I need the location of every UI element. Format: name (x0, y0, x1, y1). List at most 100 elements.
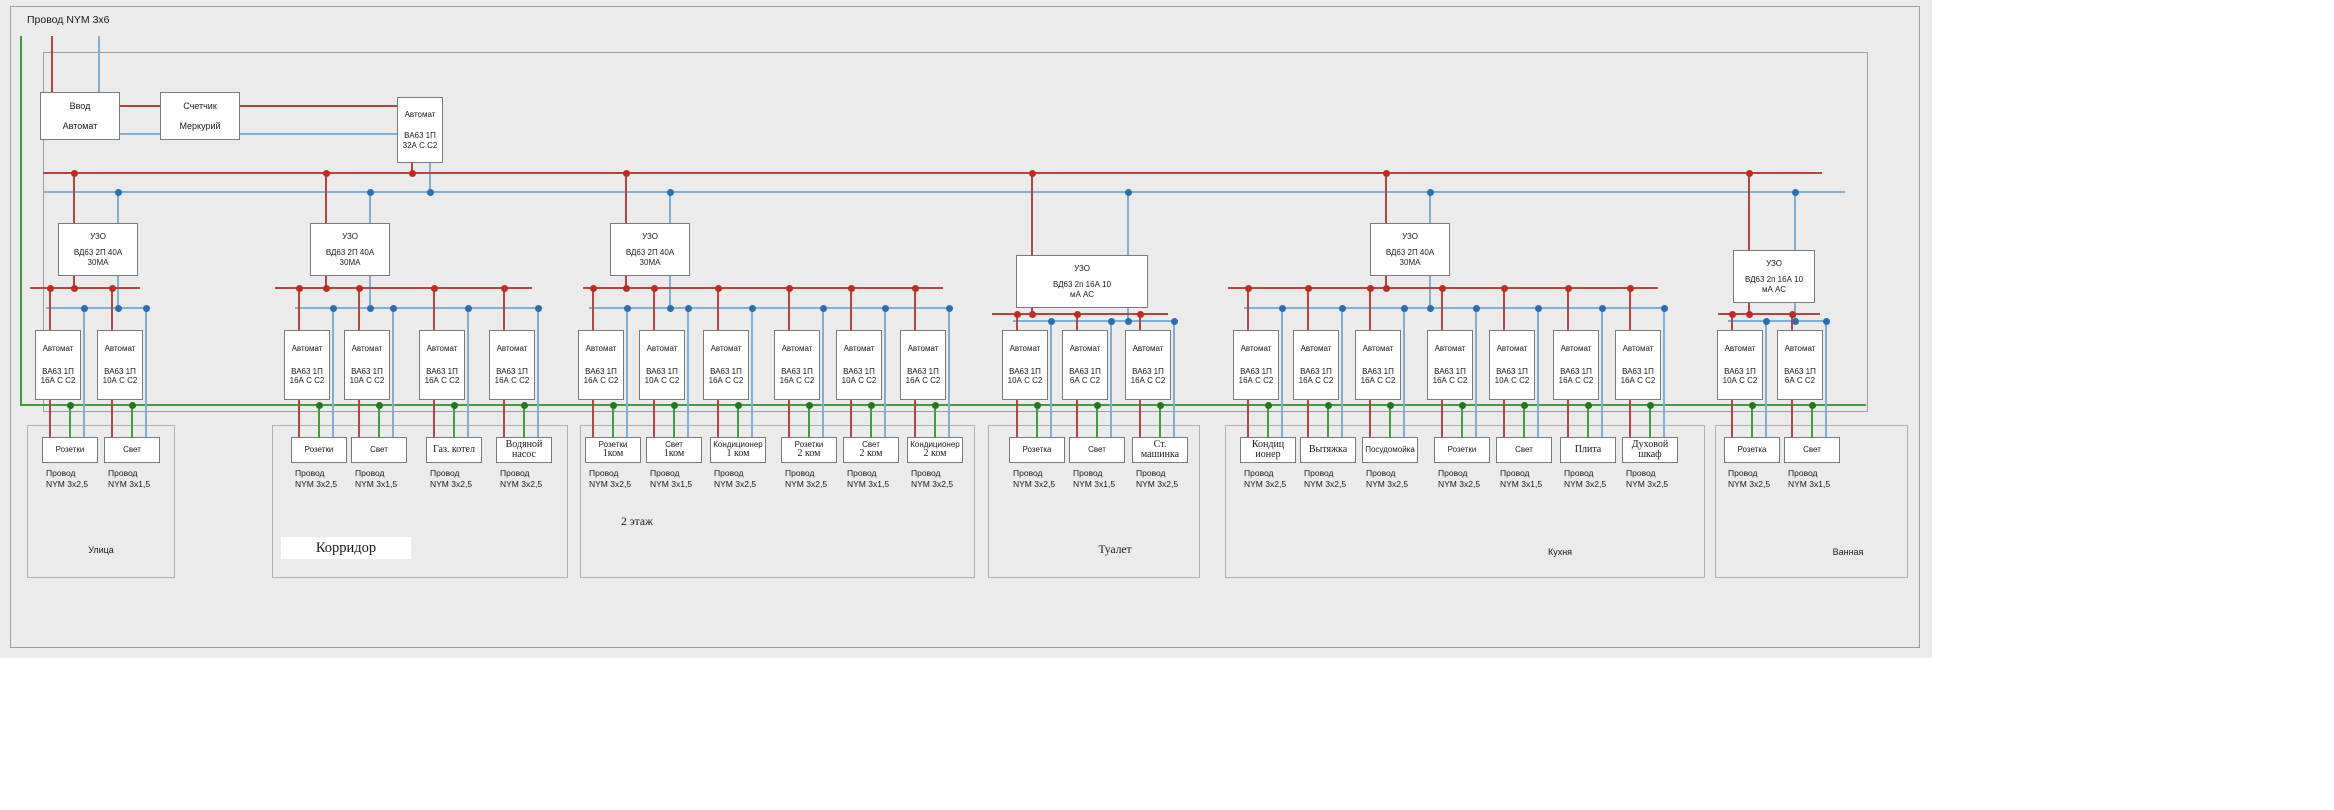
junction-dot (623, 170, 630, 177)
load-box: Розетки (42, 437, 98, 463)
neutral-wire (467, 308, 469, 437)
junction-dot (501, 285, 508, 292)
phase-wire (850, 288, 852, 330)
neutral-wire (1825, 321, 1827, 437)
text-line: 16А С С2 (1131, 376, 1166, 385)
zone-label: Кухня (1548, 547, 1572, 557)
neutral-wire (117, 276, 119, 308)
text-line: ВА63 1П (646, 367, 678, 376)
phase-wire (503, 400, 505, 437)
text-line: ВД63 2П 40А (326, 248, 374, 257)
neutral-wire (948, 308, 950, 437)
text-line: 30МА (1400, 258, 1421, 267)
wiring-diagram: Провод NYM 3x6ВводАвтоматСчетчикМеркурий… (0, 0, 2334, 810)
junction-dot (1823, 318, 1830, 325)
ground-wire (1649, 405, 1651, 437)
text-line: ВА63 1П (351, 367, 383, 376)
meter-box: СчетчикМеркурий (160, 92, 240, 140)
neutral-wire (1794, 192, 1796, 250)
text-line: NYM 3x2,5 (714, 479, 776, 490)
text-line: 10А С С2 (103, 376, 138, 385)
text-line: 16А С С2 (1239, 376, 1274, 385)
junction-dot (109, 285, 116, 292)
text-line: 30МА (88, 258, 109, 267)
text-line: Плита (1575, 445, 1602, 456)
phase-wire (1731, 400, 1733, 437)
text-line: Автомат (1241, 344, 1272, 353)
junction-dot (330, 305, 337, 312)
text-line: ВА63 1П (1724, 367, 1756, 376)
text-line: NYM 3x2,5 (1564, 479, 1626, 490)
phase-wire (358, 288, 360, 330)
text-line: ВА63 1П (1300, 367, 1332, 376)
text-line: ВА63 1П (843, 367, 875, 376)
junction-dot (535, 305, 542, 312)
junction-dot (1763, 318, 1770, 325)
junction-dot (1157, 402, 1164, 409)
load-box: Свет2 ком (843, 437, 899, 463)
phase-wire (653, 400, 655, 437)
wire-spec-label: ПроводNYM 3x1,5 (1073, 468, 1135, 490)
junction-dot (81, 305, 88, 312)
text-line: Автомат (352, 344, 383, 353)
phase-wire (433, 288, 435, 330)
text-line: NYM 3x2,5 (589, 479, 651, 490)
junction-dot (685, 305, 692, 312)
junction-dot (882, 305, 889, 312)
text-line: ВД63 2П 40А (626, 248, 674, 257)
wire-spec-label: ПроводNYM 3x1,5 (1788, 468, 1850, 490)
ground-wire (378, 405, 380, 437)
text-line: Провод (1073, 468, 1135, 479)
neutral-wire (369, 192, 371, 223)
neutral-wire (1601, 308, 1603, 437)
junction-dot (932, 402, 939, 409)
text-line: Газ. котел (433, 445, 475, 456)
phase-wire (1076, 400, 1078, 437)
text-line: шкаф (1638, 450, 1661, 461)
phase-wire (298, 288, 300, 330)
load-box: Посудомойка (1362, 437, 1418, 463)
junction-dot (1383, 170, 1390, 177)
text-line: УЗО (1074, 264, 1090, 273)
junction-dot (431, 285, 438, 292)
ground-feed-wire (20, 36, 22, 406)
junction-dot (1427, 189, 1434, 196)
ground-wire (934, 405, 936, 437)
text-line: 1 ком (727, 449, 750, 460)
text-line: ВА63 1П (404, 131, 436, 140)
neutral-wire (83, 308, 85, 437)
text-line: Провод (1728, 468, 1790, 479)
phase-wire (717, 400, 719, 437)
ground-wire (1327, 405, 1329, 437)
wire-spec-label: ПроводNYM 3x1,5 (650, 468, 712, 490)
text-line: Автомат (1133, 344, 1164, 353)
text-line: 10А С С2 (1723, 376, 1758, 385)
load-box: Розетки1ком (585, 437, 641, 463)
load-box: Свет (1784, 437, 1840, 463)
breaker-box: АвтоматВА63 1П16А С С2 (419, 330, 465, 400)
junction-dot (67, 402, 74, 409)
text-line: 10А С С2 (1495, 376, 1530, 385)
text-line: Розетки (1448, 445, 1477, 454)
load-box: Кондиционер2 ком (907, 437, 963, 463)
phase-wire (120, 105, 160, 107)
text-line: Меркурий (179, 121, 220, 132)
phase-wire (503, 288, 505, 330)
text-line: УЗО (90, 232, 106, 241)
junction-dot (115, 189, 122, 196)
junction-dot (1746, 170, 1753, 177)
text-line: ВА63 1П (1240, 367, 1272, 376)
text-line: 10А С С2 (1008, 376, 1043, 385)
text-line: ВА63 1П (496, 367, 528, 376)
text-line: 6А С С2 (1785, 376, 1815, 385)
text-line: Автомат (292, 344, 323, 353)
breaker-box: АвтоматВА63 1П6А С С2 (1777, 330, 1823, 400)
text-line: Ст. машинка (1134, 440, 1186, 461)
text-line: 16А С С2 (1361, 376, 1396, 385)
text-line: ВА63 1П (1784, 367, 1816, 376)
wire-spec-label: ПроводNYM 3x2,5 (46, 468, 108, 490)
load-box: Газ. котел (426, 437, 482, 463)
text-line: Провод (911, 468, 973, 479)
text-line: 1ком (664, 449, 685, 460)
text-line: 16А С С2 (709, 376, 744, 385)
